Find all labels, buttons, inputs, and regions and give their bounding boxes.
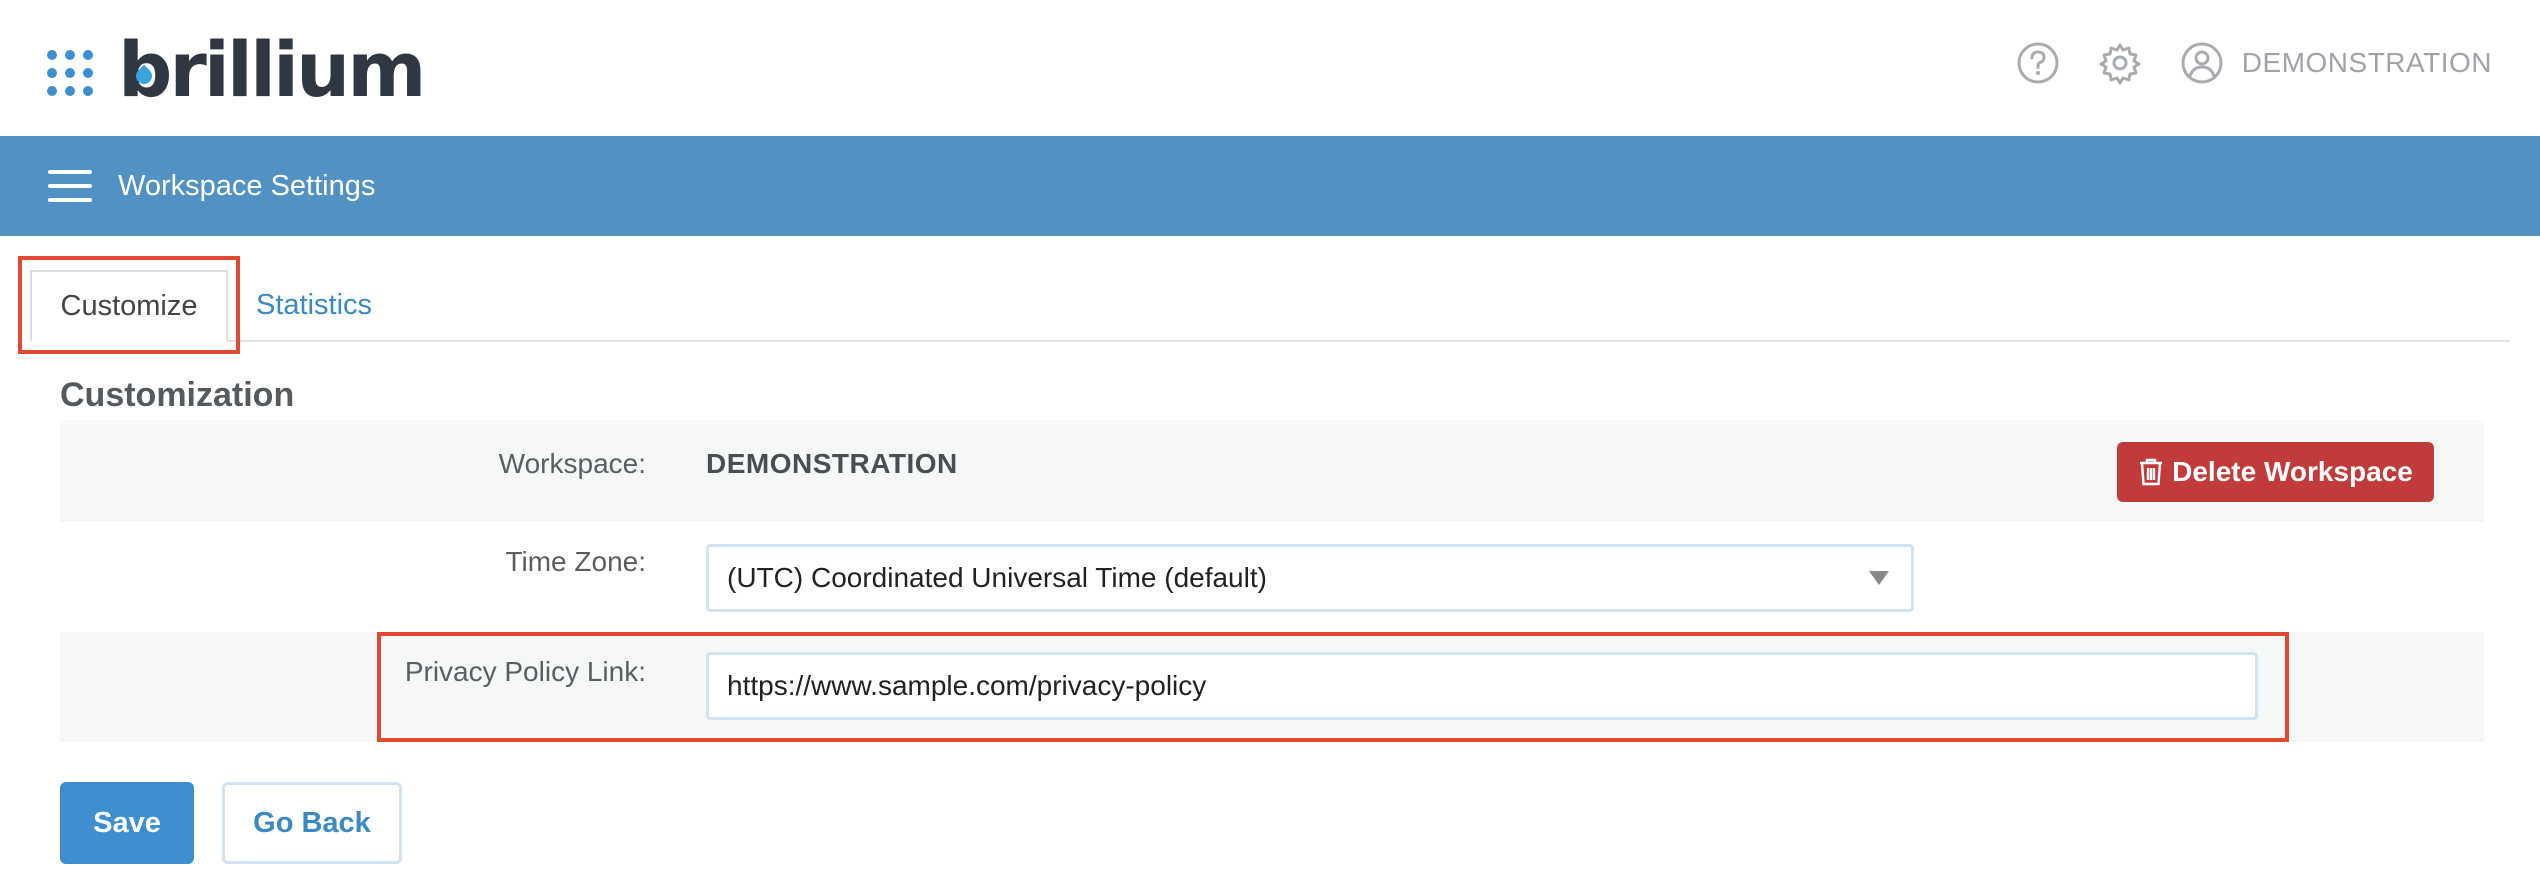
user-name[interactable]: DEMONSTRATION [2242, 47, 2492, 79]
user-avatar-icon[interactable] [2180, 41, 2224, 85]
privacy-policy-input[interactable] [706, 652, 2258, 720]
workspace-value: DEMONSTRATION [706, 448, 958, 479]
timezone-row: Time Zone: (UTC) Coordinated Universal T… [60, 522, 2484, 632]
tab-statistics[interactable]: Statistics [256, 282, 372, 328]
gear-icon[interactable] [2098, 41, 2142, 85]
help-icon[interactable] [2016, 41, 2060, 85]
go-back-button[interactable]: Go Back [222, 782, 402, 864]
tabs-divider [30, 340, 2510, 342]
privacy-row: Privacy Policy Link: [60, 632, 2484, 742]
logo-text: brillium [118, 25, 426, 114]
delete-workspace-button[interactable]: Delete Workspace [2117, 442, 2434, 502]
privacy-label: Privacy Policy Link: [404, 656, 646, 687]
save-button[interactable]: Save [60, 782, 194, 864]
hamburger-icon[interactable] [48, 170, 92, 202]
page-title: Workspace Settings [118, 170, 376, 202]
page-header: Workspace Settings [0, 136, 2540, 236]
workspace-label: Workspace: [498, 448, 646, 479]
top-bar: brillium DEMONSTRATION [0, 0, 2540, 136]
top-right-controls: DEMONSTRATION [2016, 38, 2492, 88]
delete-workspace-label: Delete Workspace [2172, 456, 2413, 487]
grid-menu-icon[interactable] [47, 50, 93, 96]
timezone-select[interactable]: (UTC) Coordinated Universal Time (defaul… [706, 544, 1914, 612]
chevron-down-icon [1869, 571, 1889, 585]
workspace-row: Workspace: DEMONSTRATION Delete Workspac… [60, 420, 2484, 522]
trash-icon [2138, 457, 2164, 487]
timezone-label: Time Zone: [505, 546, 646, 577]
brand-logo[interactable]: brillium [118, 25, 426, 114]
section-title: Customization [60, 376, 295, 414]
tab-customize[interactable]: Customize [30, 270, 228, 342]
timezone-selected-value: (UTC) Coordinated Universal Time (defaul… [727, 562, 1267, 593]
